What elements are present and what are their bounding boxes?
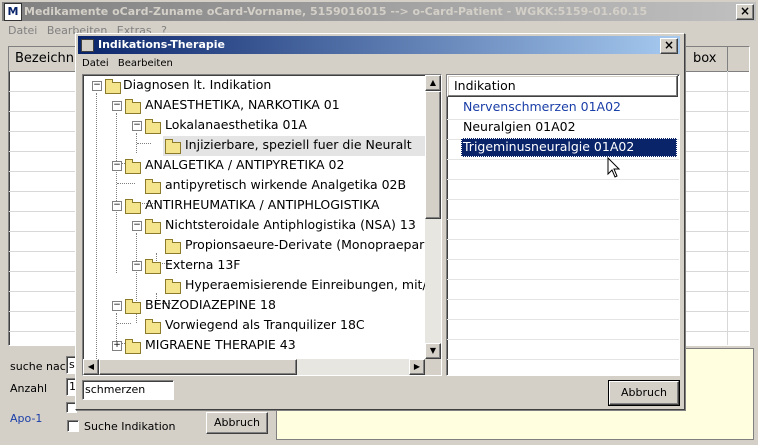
dialog-menu-datei[interactable]: Datei — [82, 58, 109, 69]
tree-vertical-scrollbar[interactable]: ▲ ▼ — [425, 75, 441, 359]
expander-icon[interactable]: − — [132, 261, 142, 271]
folder-icon — [145, 119, 161, 134]
folder-icon — [125, 99, 141, 114]
suche-indikation-label: Suche Indikation — [84, 420, 176, 433]
tree-node-anaesthetika[interactable]: ANAESTHETIKA, NARKOTIKA 01 — [145, 95, 340, 115]
scroll-down-arrow-icon[interactable]: ▼ — [425, 343, 441, 359]
tree-node-propionsaeure[interactable]: Propionsaeure-Derivate (Monopraepar — [185, 235, 424, 255]
grid-col-line — [685, 71, 686, 345]
indikation-header-label: Indikation — [454, 78, 516, 93]
main-close-button[interactable]: × — [736, 4, 754, 20]
menu-datei[interactable]: Datei — [8, 24, 37, 37]
tree-node-nichtsteroidale[interactable]: Nichtsteroidale Antiphlogistika (NSA) 13 — [165, 215, 416, 235]
tree-node-hyperaemisierende[interactable]: Hyperaemisierende Einreibungen, mit/ — [185, 275, 427, 295]
main-title-bar: M Medikamente oCard-Zuname oCard-Vorname… — [2, 2, 756, 21]
dialog-menu-bar: Datei Bearbeiten — [82, 55, 179, 72]
main-window-title: Medikamente oCard-Zuname oCard-Vorname, … — [24, 5, 648, 18]
indikation-header[interactable]: Indikation — [447, 75, 678, 97]
scroll-left-arrow-icon[interactable]: ◀ — [83, 359, 99, 375]
indikation-item-trigeminusneuralgie[interactable]: Trigeminusneuralgie 01A02 — [463, 137, 634, 157]
tree-node-lokalanaesthetika[interactable]: Lokalanaesthetika 01A — [165, 115, 307, 135]
app-icon: M — [4, 3, 22, 21]
dialog-search-input[interactable]: schmerzen — [82, 380, 174, 400]
folder-icon — [125, 339, 141, 354]
suche-nach-label: suche nach — [10, 360, 73, 373]
col-box[interactable]: box — [693, 51, 717, 66]
suche-indikation-checkbox[interactable] — [67, 420, 79, 432]
tree-node-analgetika[interactable]: ANALGETIKA / ANTIPYRETIKA 02 — [145, 155, 344, 175]
expander-icon[interactable]: − — [112, 301, 122, 311]
tree-node-antirheumatika[interactable]: ANTIRHEUMATIKA / ANTIPHLOGISTIKA — [145, 195, 379, 215]
dialog-title-bar: Indikations-Therapie × — [78, 36, 680, 54]
tree-node-injizierbare[interactable]: Injizierbare, speziell fuer die Neuralt — [185, 135, 412, 155]
indikation-dialog: Indikations-Therapie × Datei Bearbeiten … — [75, 33, 685, 410]
tree-horizontal-scrollbar[interactable]: ◀ ▶ — [83, 359, 425, 375]
scroll-thumb[interactable] — [425, 91, 441, 219]
tree-node-migraene[interactable]: MIGRAENE THERAPIE 43 — [145, 335, 296, 355]
open-folder-icon — [165, 139, 181, 154]
tree-node-benzodiazepine[interactable]: BENZODIAZEPINE 18 — [145, 295, 276, 315]
tree-node-externa[interactable]: Externa 13F — [165, 255, 240, 275]
apo-label: Apo-1 — [10, 412, 43, 425]
dialog-abbruch-label: Abbruch — [620, 386, 667, 399]
scroll-thumb-horizontal[interactable] — [99, 359, 297, 375]
dialog-title: Indikations-Therapie — [98, 38, 225, 51]
col-divider — [685, 47, 686, 71]
main-abbruch-label: Abbruch — [213, 416, 260, 429]
expander-icon[interactable]: − — [132, 121, 142, 131]
col-bezeichnung[interactable]: Bezeichn — [15, 51, 74, 66]
suche-nach-value: s — [69, 358, 75, 371]
expander-icon[interactable]: − — [112, 201, 122, 211]
folder-icon — [105, 79, 121, 94]
expander-icon[interactable]: + — [112, 341, 122, 351]
folder-icon — [145, 219, 161, 234]
scrollbar-corner — [425, 359, 441, 375]
tree-node-diagnosen[interactable]: Diagnosen lt. Indikation — [123, 75, 271, 95]
dialog-close-button[interactable]: × — [660, 38, 678, 54]
dialog-menu-bearbeiten[interactable]: Bearbeiten — [118, 58, 173, 69]
expander-icon[interactable]: − — [132, 221, 142, 231]
folder-icon — [125, 199, 141, 214]
tree-node-antipyretisch[interactable]: antipyretisch wirkende Analgetika 02B — [165, 175, 406, 195]
grid-col-line — [727, 71, 728, 345]
folder-icon — [165, 279, 181, 294]
dialog-icon — [81, 39, 94, 52]
mouse-cursor-icon — [607, 157, 621, 178]
scroll-right-arrow-icon[interactable]: ▶ — [409, 359, 425, 375]
folder-icon — [165, 239, 181, 254]
diagnosen-tree[interactable]: − Diagnosen lt. Indikation − ANAESTHETIK… — [82, 74, 442, 376]
main-abbruch-button[interactable]: Abbruch — [206, 412, 268, 434]
folder-icon — [145, 259, 161, 274]
tree-node-tranquilizer[interactable]: Vorwiegend als Tranquilizer 18C — [165, 315, 365, 335]
indikation-item-nervenschmerzen[interactable]: Nervenschmerzen 01A02 — [463, 97, 621, 117]
col-divider — [727, 47, 728, 71]
folder-icon — [125, 299, 141, 314]
indikation-item-neuralgien[interactable]: Neuralgien 01A02 — [463, 117, 576, 137]
expander-icon[interactable]: − — [112, 101, 122, 111]
folder-icon — [125, 159, 141, 174]
expander-icon[interactable]: − — [92, 81, 102, 91]
expander-icon[interactable]: − — [112, 161, 122, 171]
scroll-up-arrow-icon[interactable]: ▲ — [425, 75, 441, 91]
folder-icon — [145, 319, 161, 334]
dialog-abbruch-button[interactable]: Abbruch — [608, 380, 680, 406]
dialog-search-value: schmerzen — [85, 383, 146, 396]
folder-icon — [145, 179, 161, 194]
anzahl-label: Anzahl — [10, 382, 48, 395]
indikation-list[interactable]: Indikation Nervenschmerzen 01A02 Neuralg… — [446, 74, 680, 376]
